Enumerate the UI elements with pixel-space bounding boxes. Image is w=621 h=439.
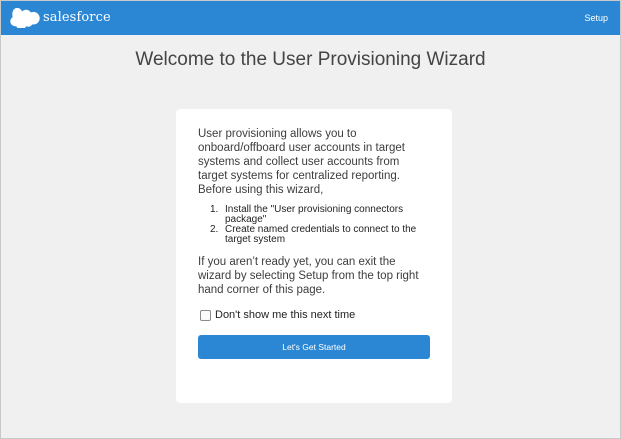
dont-show-again-label[interactable]: Don't show me this next time [215,309,355,321]
exit-instructions: If you aren’t ready yet, you can exit th… [198,256,419,296]
dont-show-again-row: Don't show me this next time [198,309,430,321]
step-number: 1. [210,204,219,215]
step-text: Create named credentials to connect to t… [225,224,417,245]
brand-logo[interactable]: salesforce [10,8,111,28]
list-item: 2. Create named credentials to connect t… [210,225,430,245]
brand-name: salesforce [43,9,111,25]
app-window: salesforce Setup Welcome to the User Pro… [0,0,621,439]
get-started-button[interactable]: Let's Get Started [198,335,430,359]
dont-show-again-checkbox[interactable] [200,309,211,321]
page-title: Welcome to the User Provisioning Wizard [135,49,486,70]
top-header-bar: salesforce Setup [1,1,620,35]
wizard-card: User provisioning allows you to onboard/… [176,109,452,403]
list-item: 1. Install the "User provisioning connec… [210,205,430,225]
step-number: 2. [210,224,219,235]
salesforce-cloud-icon [10,8,40,28]
intro-text: User provisioning allows you to onboard/… [198,128,405,196]
setup-link[interactable]: Setup [584,13,608,23]
step-text: Install the "User provisioning connector… [225,204,404,225]
prerequisite-steps: 1. Install the "User provisioning connec… [198,205,430,245]
